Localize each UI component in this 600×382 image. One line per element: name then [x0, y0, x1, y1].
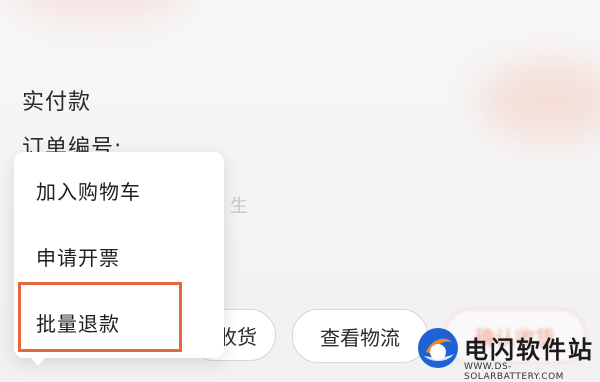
watermark-url: WWW.DS-SOLARBATTERY.COM	[464, 362, 564, 382]
paid-amount-label: 实付款	[22, 90, 92, 115]
watermark-title: 电闪软件站	[464, 336, 594, 364]
view-logistics-button[interactable]: 查看物流	[292, 309, 428, 363]
obscured-text: 生	[230, 196, 248, 217]
menu-item-request-invoice[interactable]: 申请开票	[36, 242, 120, 271]
menu-item-add-to-cart[interactable]: 加入购物车	[36, 176, 141, 205]
menu-pointer	[28, 354, 48, 366]
site-watermark: 电闪软件站 WWW.DS-SOLARBATTERY.COM	[412, 326, 600, 382]
blurred-accent	[480, 60, 600, 140]
lightning-logo-icon	[418, 328, 458, 368]
blurred-header	[10, 0, 190, 20]
view-logistics-label: 查看物流	[320, 325, 400, 350]
batch-refund-highlight-box	[18, 282, 182, 352]
